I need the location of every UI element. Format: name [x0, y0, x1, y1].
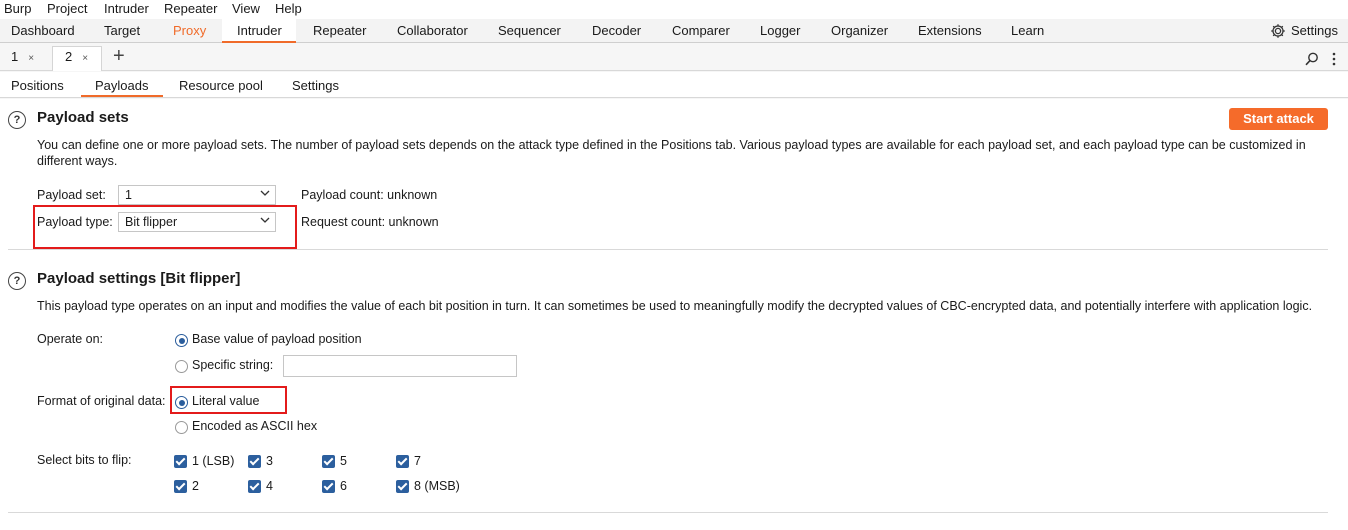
request-count: Request count: unknown [301, 215, 439, 229]
menu-bar: Burp Project Intruder Repeater View Help [0, 0, 1348, 19]
intruder-tab-bar: 1 × 2 × + [0, 44, 1348, 71]
tab-extensions[interactable]: Extensions [918, 23, 982, 38]
menu-burp[interactable]: Burp [4, 1, 31, 16]
tab-target[interactable]: Target [104, 23, 140, 38]
tab-comparer[interactable]: Comparer [672, 23, 730, 38]
payload-set-label: Payload set: [37, 188, 106, 202]
settings-link[interactable]: Settings [1291, 23, 1338, 38]
intruder-tab-1[interactable]: 1 × [11, 49, 34, 64]
payload-settings-title: Payload settings [Bit flipper] [37, 270, 241, 287]
bit-3-checkbox[interactable] [248, 455, 261, 468]
close-icon[interactable]: × [82, 53, 88, 64]
bit-7-label: 7 [414, 454, 421, 468]
menu-project[interactable]: Project [47, 1, 87, 16]
base-value-radio[interactable] [175, 334, 188, 347]
menu-intruder[interactable]: Intruder [104, 1, 149, 16]
tab-positions[interactable]: Positions [11, 78, 64, 93]
tab-learn[interactable]: Learn [1011, 23, 1044, 38]
tab-decoder[interactable]: Decoder [592, 23, 641, 38]
tab-proxy[interactable]: Proxy [173, 23, 206, 38]
tab-collaborator[interactable]: Collaborator [397, 23, 468, 38]
base-value-label: Base value of payload position [192, 332, 362, 346]
section-divider [8, 249, 1328, 250]
help-icon[interactable]: ? [8, 111, 26, 129]
payload-sets-title: Payload sets [37, 109, 129, 126]
bit-1-label: 1 (LSB) [192, 454, 235, 468]
chevron-down-icon [260, 188, 270, 201]
menu-repeater[interactable]: Repeater [164, 1, 217, 16]
search-icon[interactable] [1305, 52, 1319, 69]
tab-resource-pool[interactable]: Resource pool [179, 78, 263, 93]
payload-sets-description: You can define one or more payload sets.… [37, 138, 1306, 168]
settings-gear-icon[interactable] [1270, 23, 1286, 42]
section-divider [8, 512, 1328, 513]
bit-3-label: 3 [266, 454, 273, 468]
operate-on-label: Operate on: [37, 332, 104, 346]
bit-8-label: 8 (MSB) [414, 479, 460, 493]
bit-4-checkbox[interactable] [248, 480, 261, 493]
encoded-hex-radio[interactable] [175, 421, 188, 434]
bit-2-label: 2 [192, 479, 199, 493]
encoded-hex-label: Encoded as ASCII hex [192, 419, 318, 433]
tab-repeater[interactable]: Repeater [313, 23, 366, 38]
literal-value-highlight [170, 386, 287, 414]
tab-number: 2 [65, 49, 73, 64]
payloads-panel: ? Payload sets Start attack You can defi… [0, 99, 1348, 530]
tab-organizer[interactable]: Organizer [831, 23, 888, 38]
payload-set-value: 1 [125, 188, 132, 202]
active-tab-underline [81, 95, 163, 97]
tab-settings[interactable]: Settings [292, 78, 339, 93]
bit-6-checkbox[interactable] [322, 480, 335, 493]
bit-7-checkbox[interactable] [396, 455, 409, 468]
bit-5-checkbox[interactable] [322, 455, 335, 468]
format-label: Format of original data: [37, 394, 166, 408]
more-options-icon[interactable] [1332, 52, 1336, 69]
help-icon[interactable]: ? [8, 272, 26, 290]
bit-5-label: 5 [340, 454, 347, 468]
bits-label: Select bits to flip: [37, 453, 132, 467]
start-attack-button[interactable]: Start attack [1229, 108, 1328, 130]
payload-count: Payload count: unknown [301, 188, 438, 202]
specific-string-radio[interactable] [175, 360, 188, 373]
bit-8-checkbox[interactable] [396, 480, 409, 493]
specific-string-input[interactable] [283, 355, 517, 377]
close-icon[interactable]: × [28, 53, 34, 64]
payload-settings-description: This payload type operates on an input a… [37, 299, 1313, 313]
tab-intruder[interactable]: Intruder [237, 23, 282, 38]
payload-type-highlight [33, 205, 297, 249]
payload-set-select[interactable]: 1 [118, 185, 276, 205]
tab-payloads[interactable]: Payloads [95, 78, 148, 93]
section-tab-bar: Positions Payloads Resource pool Setting… [0, 72, 1348, 98]
bit-2-checkbox[interactable] [174, 480, 187, 493]
add-tab-button[interactable]: + [113, 45, 125, 68]
bit-4-label: 4 [266, 479, 273, 493]
tab-number: 1 [11, 49, 19, 64]
intruder-tab-2[interactable]: 2 × [65, 49, 88, 64]
tab-dashboard[interactable]: Dashboard [11, 23, 75, 38]
menu-view[interactable]: View [232, 1, 260, 16]
tab-logger[interactable]: Logger [760, 23, 800, 38]
specific-string-label: Specific string: [192, 358, 274, 372]
bit-1-checkbox[interactable] [174, 455, 187, 468]
main-tab-bar: Dashboard Target Proxy Intruder Repeater… [0, 19, 1348, 43]
menu-help[interactable]: Help [275, 1, 302, 16]
tab-sequencer[interactable]: Sequencer [498, 23, 561, 38]
bit-6-label: 6 [340, 479, 347, 493]
